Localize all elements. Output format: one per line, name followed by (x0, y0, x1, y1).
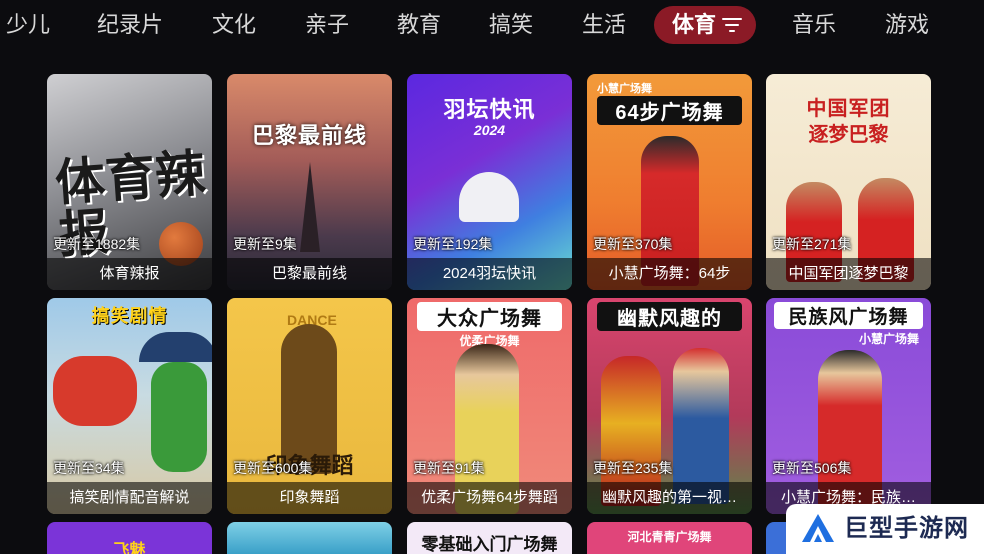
card-title: 体育辣报 (47, 258, 212, 290)
video-card[interactable]: 民族风广场舞 小慧广场舞 更新至506集 小慧广场舞：民族… (766, 298, 931, 514)
poster-headline: 巴黎最前线 (251, 123, 367, 148)
episode-count: 更新至506集 (772, 460, 852, 476)
poster-headline: 河北青青广场舞 (627, 530, 712, 544)
card-title: 搞笑剧情配音解说 (47, 482, 212, 514)
episode-count: 更新至600集 (233, 460, 313, 476)
card-title: 优柔广场舞64步舞蹈 (407, 482, 572, 514)
card-title: 中国军团逐梦巴黎 (766, 258, 931, 290)
watermark-text: 巨型手游网 (844, 515, 969, 542)
video-card[interactable]: 搞笑剧情 更新至34集 搞笑剧情配音解说 (47, 298, 212, 514)
poster-headline: 大众广场舞 (417, 302, 562, 331)
video-card[interactable]: 体育辣报 更新至1882集 体育辣报 (47, 74, 212, 290)
card-title: 小慧广场舞：64步 (587, 258, 752, 290)
card-title: 巴黎最前线 (227, 258, 392, 290)
episode-count: 更新至192集 (413, 236, 493, 252)
card-title: 幽默风趣的第一视… (587, 482, 752, 514)
costume-figure (673, 348, 729, 504)
episode-count: 更新至9集 (233, 236, 297, 252)
umbrella-graphic (139, 332, 212, 362)
video-card[interactable]: 羽坛快讯 2024 更新至192集 2024羽坛快讯 (407, 74, 572, 290)
episode-count: 更新至235集 (593, 460, 673, 476)
video-card[interactable] (227, 522, 392, 554)
video-card[interactable]: 飞魅 (47, 522, 212, 554)
shuttlecock-graphic (459, 172, 519, 222)
poster-headline: 飞魅 (113, 542, 146, 554)
video-card[interactable]: 幽默风趣的 更新至235集 幽默风趣的第一视… (587, 298, 752, 514)
episode-count: 更新至271集 (772, 236, 852, 252)
video-card[interactable]: 中国军团 逐梦巴黎 更新至271集 中国军团逐梦巴黎 (766, 74, 931, 290)
video-card[interactable]: DANCE 印象舞蹈 更新至600集 印象舞蹈 (227, 298, 392, 514)
poster-headline: 零基础入门广场舞 (421, 535, 558, 554)
video-card[interactable]: 小慧广场舞 64步广场舞 更新至370集 小慧广场舞：64步 (587, 74, 752, 290)
card-title: 2024羽坛快讯 (407, 258, 572, 290)
poster-headline: 中国军团 (806, 98, 891, 120)
poster-headline: 羽坛快讯 (443, 97, 536, 122)
video-card[interactable]: 巴黎最前线 更新至9集 巴黎最前线 (227, 74, 392, 290)
mask-figure (53, 356, 137, 426)
card-title: 印象舞蹈 (227, 482, 392, 514)
episode-count: 更新至1882集 (53, 236, 141, 252)
content-grid: 体育辣报 更新至1882集 体育辣报 巴黎最前线 更新至9集 巴黎最前线 羽坛快… (0, 0, 984, 554)
episode-count: 更新至91集 (413, 460, 485, 476)
mask-figure (151, 362, 207, 472)
logo-icon (802, 514, 834, 542)
eiffel-tower-graphic (300, 162, 320, 252)
poster-headline: 民族风广场舞 (774, 302, 923, 329)
poster-subtitle: 逐梦巴黎 (808, 124, 889, 146)
poster-subtitle: 2024 (473, 122, 506, 138)
poster-subtitle: 小慧广场舞 (597, 83, 652, 95)
episode-count: 更新至370集 (593, 236, 673, 252)
episode-count: 更新至34集 (53, 460, 125, 476)
watermark: 巨型手游网 (786, 504, 984, 554)
video-card[interactable]: 河北青青广场舞 (587, 522, 752, 554)
poster-headline: 幽默风趣的 (597, 302, 742, 331)
video-card[interactable]: 大众广场舞 优柔广场舞 更新至91集 优柔广场舞64步舞蹈 (407, 298, 572, 514)
video-card[interactable]: 零基础入门广场舞 (407, 522, 572, 554)
poster-headline: 64步广场舞 (597, 96, 742, 125)
poster-headline: 搞笑剧情 (91, 306, 168, 326)
poster-subtitle: 小慧广场舞 (858, 332, 919, 346)
